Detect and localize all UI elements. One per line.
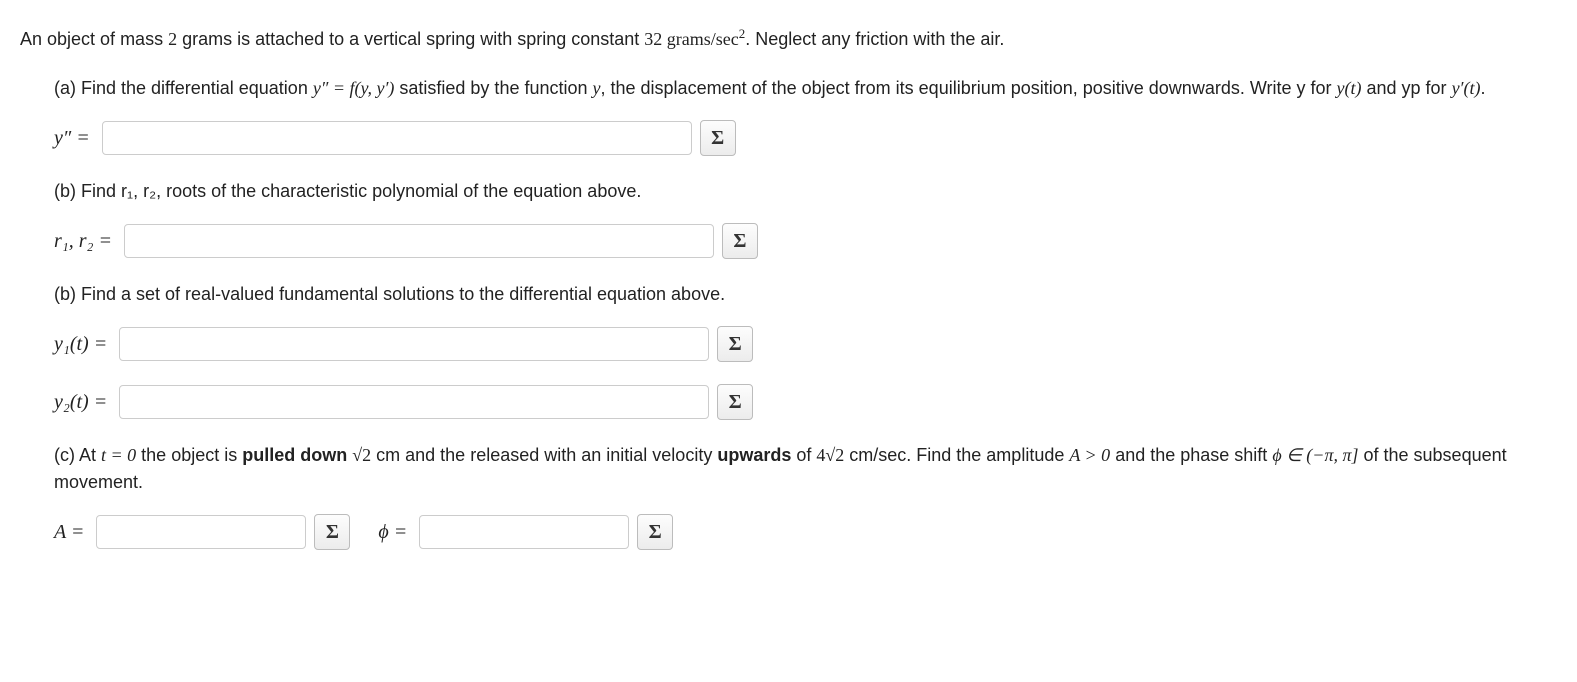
c-t2: the object is: [136, 445, 242, 465]
part-c-text: (c) At t = 0 the object is pulled down √…: [54, 442, 1557, 496]
a-ypt: y′(t): [1452, 78, 1481, 98]
c-t6: cm/sec. Find the amplitude: [844, 445, 1069, 465]
intro-mass: 2: [168, 29, 177, 49]
part-b2-text: (b) Find a set of real-valued fundamenta…: [54, 281, 1557, 308]
sigma-button-r1r2[interactable]: Σ: [722, 223, 758, 259]
a-eq1: y″ = f(y, y′): [313, 78, 395, 98]
c-t5: of: [791, 445, 816, 465]
a-t3: , the displacement of the object from it…: [601, 78, 1337, 98]
input-r1r2[interactable]: [124, 224, 714, 258]
c-four: 4: [816, 445, 825, 465]
label-r1r2: r₁, r₂ =: [54, 226, 112, 256]
intro-text-3: . Neglect any friction with the air.: [745, 29, 1004, 49]
c-bold-upwards: upwards: [717, 445, 791, 465]
input-phi[interactable]: [419, 515, 629, 549]
input-y1t[interactable]: [119, 327, 709, 361]
sigma-button-ypp[interactable]: Σ: [700, 120, 736, 156]
intro-units-prefix: grams/sec: [662, 29, 738, 49]
c-t7: and the phase shift: [1110, 445, 1272, 465]
intro-text-1: An object of mass: [20, 29, 168, 49]
row-A-phi: A = Σ ϕ = Σ: [54, 514, 1557, 550]
row-y1t: y₁(t) = Σ: [54, 326, 1557, 362]
a-t4: and yp for: [1362, 78, 1452, 98]
c-t1: (c) At: [54, 445, 101, 465]
label-ypp: y″ =: [54, 123, 90, 153]
row-ypp: y″ = Σ: [54, 120, 1557, 156]
a-t1: (a) Find the differential equation: [54, 78, 313, 98]
input-A[interactable]: [96, 515, 306, 549]
part-b1-text: (b) Find r₁, r₂, roots of the characteri…: [54, 178, 1557, 205]
input-ypp[interactable]: [102, 121, 692, 155]
c-sqrt2-b: √2: [825, 445, 844, 465]
c-Agt: A > 0: [1069, 445, 1110, 465]
sigma-button-A[interactable]: Σ: [314, 514, 350, 550]
input-y2t[interactable]: [119, 385, 709, 419]
a-t5: .: [1480, 78, 1485, 98]
c-t4: cm and the released with an initial velo…: [371, 445, 717, 465]
a-t2: satisfied by the function: [394, 78, 592, 98]
c-phiin: ϕ ∈ (−π, π]: [1272, 445, 1358, 465]
c-bold-pulled-down: pulled down: [242, 445, 347, 465]
sigma-button-y1t[interactable]: Σ: [717, 326, 753, 362]
a-yt: y(t): [1337, 78, 1362, 98]
row-y2t: y₂(t) = Σ: [54, 384, 1557, 420]
part-a-text: (a) Find the differential equation y″ = …: [54, 75, 1557, 102]
label-y1t: y₁(t) =: [54, 329, 107, 359]
sigma-button-y2t[interactable]: Σ: [717, 384, 753, 420]
intro-k: 32: [644, 29, 662, 49]
label-A: A =: [54, 517, 84, 547]
label-phi: ϕ =: [378, 517, 407, 547]
c-sqrt2-a: √2: [352, 445, 371, 465]
label-y2t: y₂(t) =: [54, 387, 107, 417]
row-r1r2: r₁, r₂ = Σ: [54, 223, 1557, 259]
intro-text-2: grams is attached to a vertical spring w…: [177, 29, 644, 49]
a-yvar: y: [593, 78, 601, 98]
problem-intro: An object of mass 2 grams is attached to…: [20, 24, 1557, 53]
sigma-button-phi[interactable]: Σ: [637, 514, 673, 550]
c-t0: t = 0: [101, 445, 136, 465]
